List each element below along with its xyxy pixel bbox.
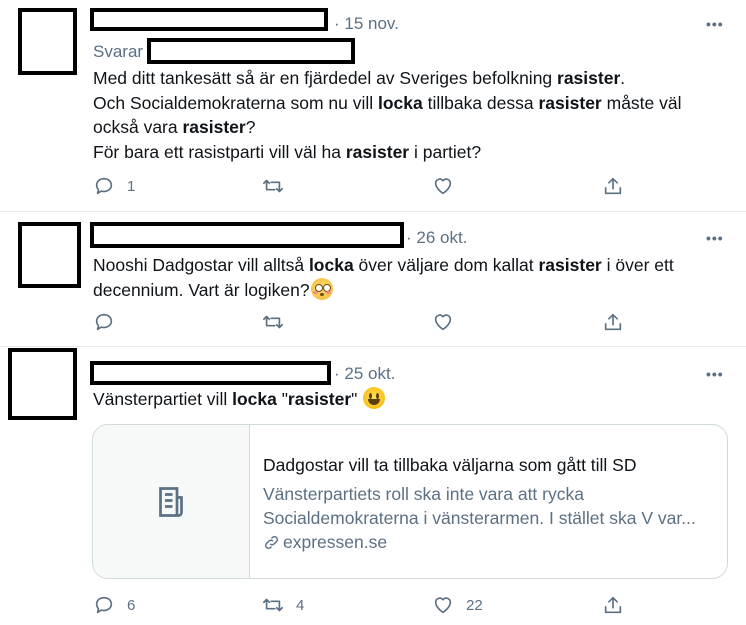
tweet-3[interactable]: · 25 okt. ••• Vänsterpartiet vill locka … bbox=[0, 347, 746, 625]
tweet-text: Med ditt tankesätt så är en fjärdedel av… bbox=[93, 66, 682, 164]
reply-count: 1 bbox=[127, 177, 136, 195]
link-icon bbox=[265, 536, 278, 549]
tweet-line: Vänsterpartiet vill locka "rasister" bbox=[93, 387, 386, 412]
more-options-icon[interactable]: ••• bbox=[706, 16, 724, 32]
article-icon bbox=[159, 486, 183, 517]
retweet-button[interactable] bbox=[262, 175, 296, 197]
tweet-line: decennium. Vart är logiken? bbox=[93, 277, 674, 303]
tweet-date[interactable]: · 26 okt. bbox=[406, 228, 467, 248]
tweet-text: Nooshi Dadgostar vill alltså locka över … bbox=[93, 253, 674, 302]
share-button[interactable] bbox=[602, 175, 624, 197]
card-domain: expressen.se bbox=[263, 532, 387, 553]
share-icon bbox=[604, 596, 622, 614]
tweet-line: För bara ett rasistparti vill väl ha ras… bbox=[93, 141, 482, 162]
redacted-username[interactable] bbox=[90, 361, 331, 385]
reply-button[interactable]: 1 bbox=[93, 175, 135, 197]
reply-icon bbox=[95, 596, 113, 614]
like-button[interactable] bbox=[432, 175, 466, 197]
like-icon bbox=[434, 597, 452, 614]
avatar[interactable] bbox=[18, 222, 81, 288]
card-thumbnail bbox=[93, 425, 250, 578]
tweet-line: Och Socialdemokraterna som nu vill locka… bbox=[93, 92, 682, 113]
share-button[interactable] bbox=[602, 594, 624, 616]
reply-icon bbox=[95, 177, 113, 195]
like-button[interactable] bbox=[432, 311, 466, 333]
flushed-face-emoji bbox=[310, 277, 333, 300]
tweet-line: Nooshi Dadgostar vill alltså locka över … bbox=[93, 255, 674, 275]
reply-count: 6 bbox=[127, 596, 136, 614]
tweet-line: Med ditt tankesätt så är en fjärdedel av… bbox=[93, 68, 626, 88]
link-preview-card[interactable]: Dadgostar vill ta tillbaka väljarna som … bbox=[92, 424, 728, 579]
tweet-2[interactable]: · 26 okt. ••• Nooshi Dadgostar vill allt… bbox=[0, 212, 746, 346]
like-icon bbox=[434, 314, 452, 331]
share-icon bbox=[604, 313, 622, 331]
tweet-line: också vara rasister? bbox=[93, 117, 256, 137]
tweet-date[interactable]: · 15 nov. bbox=[334, 14, 399, 34]
tweet-1[interactable]: · 15 nov. ••• Svarar Med ditt tankesätt … bbox=[0, 0, 746, 211]
share-button[interactable] bbox=[602, 311, 624, 333]
like-count: 22 bbox=[466, 596, 483, 614]
redacted-username[interactable] bbox=[90, 8, 328, 31]
reply-button[interactable]: 6 bbox=[93, 594, 135, 616]
avatar[interactable] bbox=[18, 8, 77, 75]
card-description: Vänsterpartiets roll ska inte vara att r… bbox=[263, 484, 696, 528]
share-icon bbox=[604, 177, 622, 195]
avatar[interactable] bbox=[8, 348, 77, 420]
replying-to-label: Svarar bbox=[93, 42, 144, 61]
smiley-emoji bbox=[363, 387, 386, 409]
redacted-username[interactable] bbox=[90, 222, 404, 248]
redacted-reply-handle[interactable] bbox=[147, 38, 355, 64]
tweet-date[interactable]: · 25 okt. bbox=[334, 364, 395, 384]
retweet-icon bbox=[263, 315, 283, 329]
retweet-button[interactable]: 4 bbox=[262, 594, 304, 616]
reply-icon bbox=[95, 313, 113, 331]
like-icon bbox=[434, 178, 452, 195]
retweet-count: 4 bbox=[296, 596, 305, 614]
like-button[interactable]: 22 bbox=[432, 594, 483, 616]
more-options-icon[interactable]: ••• bbox=[706, 366, 724, 382]
retweet-icon bbox=[263, 598, 283, 612]
card-title: Dadgostar vill ta tillbaka väljarna som … bbox=[263, 455, 637, 475]
reply-button[interactable] bbox=[93, 311, 127, 333]
retweet-icon bbox=[263, 179, 283, 193]
more-options-icon[interactable]: ••• bbox=[706, 230, 724, 246]
retweet-button[interactable] bbox=[262, 311, 296, 333]
tweet-text: Vänsterpartiet vill locka "rasister" bbox=[93, 387, 386, 412]
